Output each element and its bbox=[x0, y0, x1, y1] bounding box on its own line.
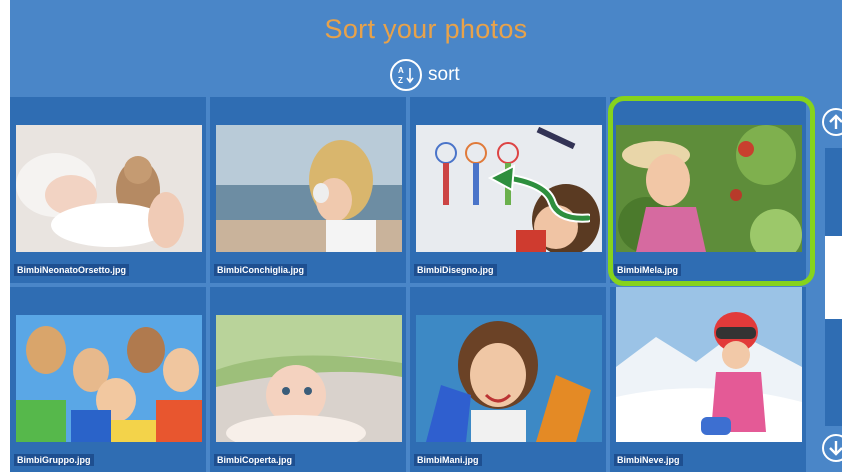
sort-button[interactable]: A Z sort bbox=[390, 58, 460, 92]
photo-filename: BimbiMela.jpg bbox=[614, 264, 682, 276]
sort-az-icon: A Z bbox=[390, 59, 422, 91]
page-title: Sort your photos bbox=[324, 14, 528, 44]
sort-label: sort bbox=[428, 64, 460, 85]
photo-thumbnail bbox=[216, 315, 402, 442]
photo-tile[interactable]: BimbiCoperta.jpg bbox=[210, 287, 406, 472]
photo-filename: BimbiDisegno.jpg bbox=[414, 264, 497, 276]
scrollbar-thumb[interactable] bbox=[825, 236, 842, 319]
photo-sorter-app: Sort your photos A Z sort BimbiNeonatoOr… bbox=[10, 0, 842, 472]
photo-filename: BimbiCoperta.jpg bbox=[214, 454, 296, 466]
photo-thumbnail bbox=[216, 125, 402, 252]
photo-thumbnail bbox=[16, 315, 202, 442]
arrow-down-icon bbox=[829, 441, 842, 456]
photo-filename: BimbiConchiglia.jpg bbox=[214, 264, 307, 276]
photo-thumbnail bbox=[416, 315, 602, 442]
photo-thumbnail bbox=[16, 125, 202, 252]
svg-text:Z: Z bbox=[398, 76, 403, 85]
photo-tile[interactable]: BimbiGruppo.jpg bbox=[10, 287, 206, 472]
photo-filename: BimbiGruppo.jpg bbox=[14, 454, 94, 466]
photo-tile[interactable]: BimbiNeonatoOrsetto.jpg bbox=[10, 97, 206, 283]
photo-grid: BimbiNeonatoOrsetto.jpg BimbiConchiglia.… bbox=[10, 97, 806, 472]
photo-tile-selected[interactable]: BimbiMela.jpg bbox=[610, 97, 806, 283]
photo-thumbnail bbox=[616, 125, 802, 252]
scrollbar-track[interactable] bbox=[825, 148, 842, 426]
photo-thumbnail bbox=[616, 287, 802, 442]
photo-tile[interactable]: BimbiMani.jpg bbox=[410, 287, 606, 472]
scroll-down-button[interactable] bbox=[822, 434, 842, 462]
scroll-up-button[interactable] bbox=[822, 108, 842, 136]
photo-filename: BimbiNeonatoOrsetto.jpg bbox=[14, 264, 130, 276]
photo-filename: BimbiNeve.jpg bbox=[614, 454, 683, 466]
photo-thumbnail bbox=[416, 125, 602, 252]
photo-filename: BimbiMani.jpg bbox=[414, 454, 482, 466]
arrow-up-icon bbox=[829, 114, 842, 129]
svg-text:A: A bbox=[398, 66, 404, 75]
photo-tile[interactable]: BimbiConchiglia.jpg bbox=[210, 97, 406, 283]
photo-tile[interactable]: BimbiDisegno.jpg bbox=[410, 97, 606, 283]
photo-tile[interactable]: BimbiNeve.jpg bbox=[610, 287, 806, 472]
